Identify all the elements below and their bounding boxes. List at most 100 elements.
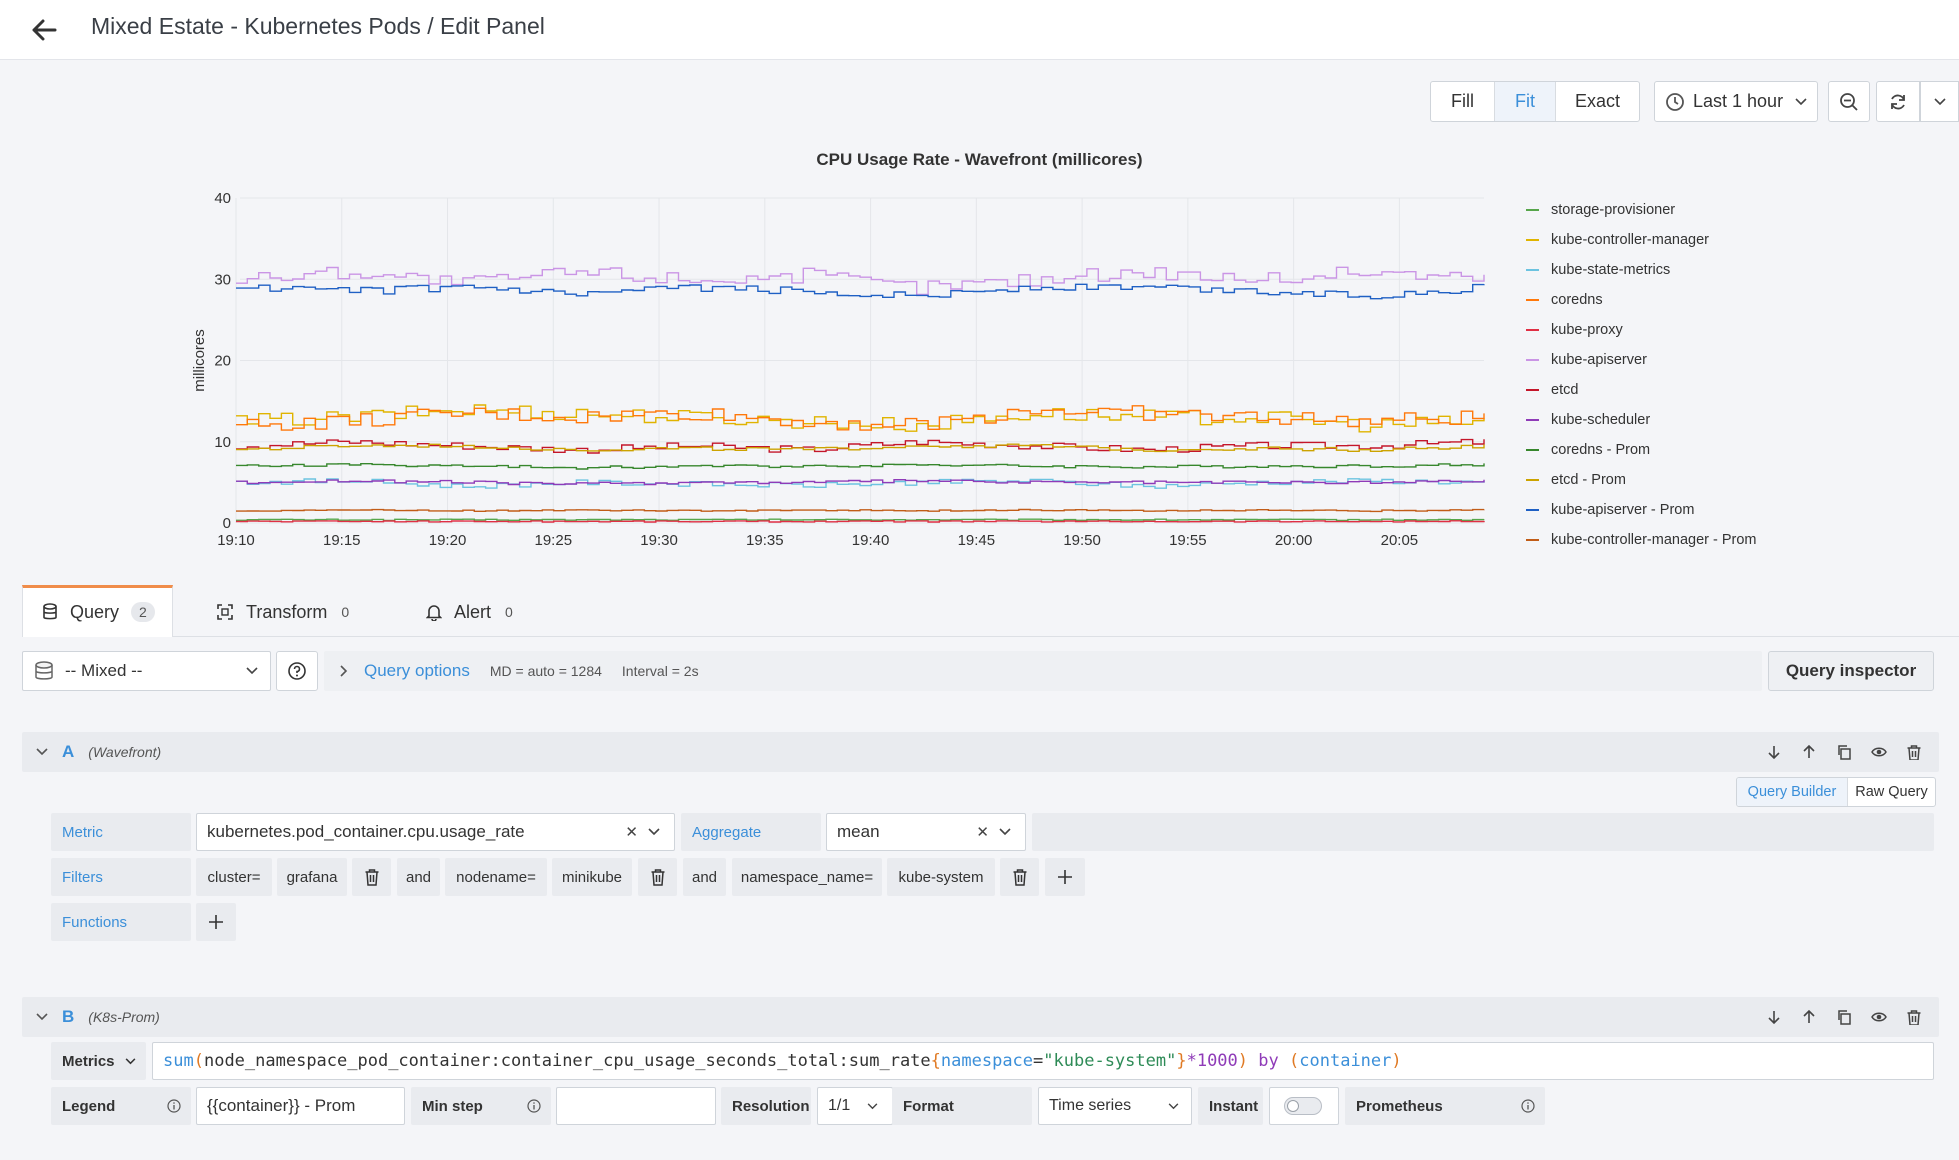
collapse-chevron-icon[interactable]	[36, 1013, 48, 1021]
time-range-picker[interactable]: Last 1 hour	[1654, 81, 1818, 122]
clear-icon[interactable]: ✕	[976, 823, 989, 841]
datasource-picker[interactable]: -- Mixed --	[22, 651, 271, 691]
resolution-select[interactable]: 1/1	[817, 1087, 893, 1125]
refresh-interval-dropdown[interactable]	[1920, 81, 1959, 122]
collapse-chevron-icon[interactable]	[36, 748, 48, 756]
legend-item[interactable]: kube-scheduler	[1526, 409, 1650, 431]
move-down-icon[interactable]	[1763, 741, 1785, 763]
fill-button[interactable]: Fill	[1431, 82, 1495, 121]
back-arrow-icon[interactable]	[28, 14, 60, 46]
fit-button[interactable]: Fit	[1495, 82, 1556, 121]
filter-chip[interactable]: namespace_name=	[732, 858, 882, 896]
clear-icon[interactable]: ✕	[625, 823, 638, 841]
legend-item[interactable]: storage-provisioner	[1526, 199, 1675, 221]
legend-label: kube-scheduler	[1551, 412, 1650, 428]
legend-swatch	[1526, 329, 1539, 331]
query-options-label: Query options	[364, 661, 470, 681]
page-title: Mixed Estate - Kubernetes Pods / Edit Pa…	[91, 13, 545, 40]
x-tick-label: 19:15	[323, 532, 361, 549]
legend-item[interactable]: kube-proxy	[1526, 319, 1623, 341]
legend-item[interactable]: kube-controller-manager	[1526, 229, 1709, 251]
move-up-icon[interactable]	[1798, 741, 1820, 763]
eye-icon[interactable]	[1868, 1006, 1890, 1028]
tab-alert[interactable]: Alert 0	[426, 586, 513, 638]
legend-item[interactable]: kube-state-metrics	[1526, 259, 1670, 281]
query-b-header[interactable]: B (K8s-Prom)	[22, 997, 1939, 1037]
help-button[interactable]	[276, 651, 318, 691]
x-tick-label: 19:20	[429, 532, 467, 549]
time-range-label: Last 1 hour	[1693, 91, 1783, 112]
filter-chip[interactable]: kube-system	[887, 858, 995, 896]
display-mode-group: Fill Fit Exact	[1430, 81, 1640, 122]
filter-chip[interactable]: minikube	[552, 858, 632, 896]
filter-chip[interactable]: and	[397, 858, 440, 896]
legend-item[interactable]: coredns	[1526, 289, 1603, 311]
zoom-out-button[interactable]	[1828, 81, 1870, 122]
trash-icon[interactable]	[352, 858, 391, 896]
add-function-button[interactable]	[196, 903, 236, 941]
legend-item[interactable]: etcd	[1526, 379, 1578, 401]
instant-label: Instant	[1198, 1087, 1263, 1125]
legend-item[interactable]: kube-apiserver - Prom	[1526, 499, 1694, 521]
format-select[interactable]: Time series	[1038, 1087, 1192, 1125]
legend-label: etcd - Prom	[1551, 472, 1626, 488]
info-icon[interactable]	[1521, 1099, 1535, 1113]
metric-label: Metric	[51, 813, 191, 851]
trash-icon[interactable]	[1000, 858, 1039, 896]
prometheus-field-label: Prometheus	[1345, 1087, 1545, 1125]
move-down-icon[interactable]	[1763, 1006, 1785, 1028]
chevron-down-icon	[867, 1103, 878, 1110]
min-step-input[interactable]	[556, 1087, 716, 1125]
info-icon[interactable]	[167, 1099, 181, 1113]
duplicate-icon[interactable]	[1833, 1006, 1855, 1028]
chevron-down-icon	[648, 828, 660, 836]
metrics-dropdown[interactable]: Metrics	[51, 1042, 146, 1080]
promql-editor[interactable]: sum(node_namespace_pod_container:contain…	[152, 1042, 1934, 1080]
refresh-button[interactable]	[1876, 81, 1920, 122]
chevron-down-icon	[1795, 98, 1807, 106]
add-filter-button[interactable]	[1045, 858, 1085, 896]
toggle-track	[1284, 1097, 1322, 1115]
trash-icon[interactable]	[638, 858, 677, 896]
tab-transform[interactable]: Transform 0	[216, 586, 349, 638]
info-icon[interactable]	[527, 1099, 541, 1113]
format-value: Time series	[1049, 1097, 1131, 1115]
raw-query-button[interactable]: Raw Query	[1848, 778, 1935, 806]
query-builder-button[interactable]: Query Builder	[1737, 778, 1848, 806]
y-tick-label: 0	[223, 515, 231, 532]
trash-icon[interactable]	[1903, 1006, 1925, 1028]
tab-query[interactable]: Query 2	[42, 586, 155, 638]
filter-chip[interactable]: grafana	[277, 858, 347, 896]
query-options-bar[interactable]: Query options MD = auto = 1284 Interval …	[324, 651, 1762, 691]
tab-alert-count: 0	[505, 604, 513, 620]
metric-select[interactable]: kubernetes.pod_container.cpu.usage_rate …	[196, 813, 675, 851]
legend-format-input[interactable]: {{container}} - Prom	[196, 1087, 405, 1125]
legend-item[interactable]: kube-apiserver	[1526, 349, 1647, 371]
legend-label: kube-apiserver - Prom	[1551, 502, 1694, 518]
legend-item[interactable]: kube-controller-manager - Prom	[1526, 529, 1757, 551]
legend-item[interactable]: etcd - Prom	[1526, 469, 1626, 491]
duplicate-icon[interactable]	[1833, 741, 1855, 763]
query-mode-toggle: Query Builder Raw Query	[1736, 777, 1936, 807]
exact-button[interactable]: Exact	[1556, 82, 1639, 121]
legend-swatch	[1526, 509, 1539, 511]
query-a-letter: A	[62, 742, 74, 762]
legend-swatch	[1526, 419, 1539, 421]
series-line	[236, 406, 1484, 430]
bell-icon	[426, 603, 442, 621]
eye-icon[interactable]	[1868, 741, 1890, 763]
filter-chip[interactable]: and	[683, 858, 726, 896]
move-up-icon[interactable]	[1798, 1006, 1820, 1028]
query-inspector-button[interactable]: Query inspector	[1768, 651, 1934, 691]
instant-toggle[interactable]	[1269, 1087, 1339, 1125]
query-a-header[interactable]: A (Wavefront)	[22, 732, 1939, 772]
legend-item[interactable]: coredns - Prom	[1526, 439, 1650, 461]
aggregate-select[interactable]: mean ✕	[826, 813, 1026, 851]
filter-chip[interactable]: cluster=	[196, 858, 272, 896]
chevron-down-icon	[1934, 98, 1946, 106]
legend-swatch	[1526, 449, 1539, 451]
format-label: Format	[892, 1087, 1032, 1125]
filter-chip[interactable]: nodename=	[445, 858, 547, 896]
trash-icon[interactable]	[1903, 741, 1925, 763]
expr-fn: sum	[163, 1051, 194, 1071]
